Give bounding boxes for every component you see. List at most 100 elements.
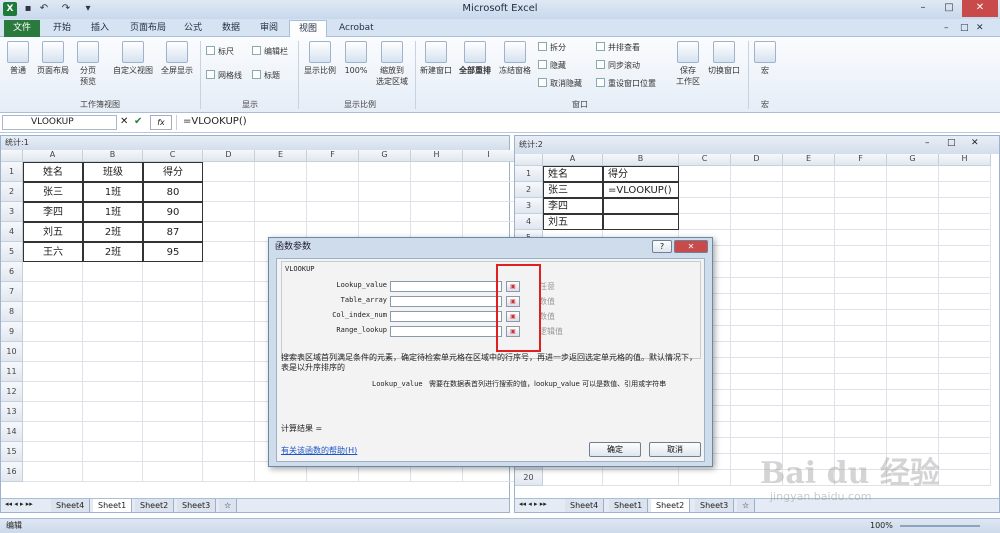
cell[interactable] [835, 166, 887, 182]
cell[interactable] [23, 442, 83, 462]
close-button[interactable]: ✕ [962, 0, 998, 17]
cell[interactable] [783, 182, 835, 198]
split-button[interactable]: 拆分 [538, 41, 566, 55]
cell[interactable] [143, 462, 203, 482]
cell[interactable] [731, 358, 783, 374]
row-header[interactable]: 2 [515, 182, 543, 198]
cell[interactable] [731, 422, 783, 438]
name-box[interactable]: VLOOKUP [2, 115, 117, 130]
cell[interactable] [835, 246, 887, 262]
cell[interactable] [939, 294, 991, 310]
cell[interactable] [887, 326, 939, 342]
cell[interactable] [887, 262, 939, 278]
cell[interactable] [679, 214, 731, 230]
column-header[interactable]: H [411, 150, 463, 162]
cell[interactable] [835, 390, 887, 406]
cell[interactable] [359, 162, 411, 182]
insert-sheet-icon[interactable]: ☆ [219, 499, 238, 512]
cell[interactable]: 2班 [83, 222, 143, 242]
column-header[interactable]: I [463, 150, 515, 162]
cell[interactable] [783, 374, 835, 390]
cell[interactable] [887, 166, 939, 182]
sheet-tab[interactable]: Sheet2 [135, 499, 175, 512]
cell[interactable] [731, 342, 783, 358]
cell[interactable] [887, 230, 939, 246]
sheet-tab[interactable]: Sheet4 [51, 499, 91, 512]
cell[interactable] [783, 278, 835, 294]
row-header[interactable]: 2 [1, 182, 23, 202]
cell[interactable] [255, 162, 307, 182]
cell[interactable]: 80 [143, 182, 203, 202]
cell[interactable] [307, 162, 359, 182]
cell[interactable]: 李四 [543, 198, 603, 214]
cell[interactable] [887, 294, 939, 310]
cell[interactable] [939, 406, 991, 422]
column-header[interactable]: B [603, 154, 679, 166]
cell[interactable] [203, 202, 255, 222]
row-header[interactable]: 7 [1, 282, 23, 302]
zoom-selection-button[interactable]: 缩放到 选定区域 [372, 41, 412, 87]
cell[interactable] [887, 278, 939, 294]
row-header[interactable]: 14 [1, 422, 23, 442]
sheet-nav-icon[interactable]: ◂◂ ◂ ▸ ▸▸ [519, 500, 547, 508]
cell[interactable] [835, 278, 887, 294]
cancel-icon[interactable]: ✕ [120, 116, 128, 127]
cell[interactable]: 刘五 [23, 222, 83, 242]
cell[interactable]: 1班 [83, 202, 143, 222]
cell[interactable] [835, 374, 887, 390]
undo-icon[interactable]: ↶ [38, 3, 50, 15]
tab-page-layout[interactable]: 页面布局 [121, 20, 175, 37]
cell[interactable]: 87 [143, 222, 203, 242]
column-header[interactable]: B [83, 150, 143, 162]
cell[interactable] [731, 278, 783, 294]
tab-acrobat[interactable]: Acrobat [330, 20, 383, 37]
cell[interactable] [83, 442, 143, 462]
tab-home[interactable]: 开始 [44, 20, 80, 37]
tab-file[interactable]: 文件 [4, 20, 41, 37]
cell[interactable] [783, 390, 835, 406]
cell[interactable] [731, 166, 783, 182]
cell[interactable] [835, 214, 887, 230]
cell[interactable] [203, 162, 255, 182]
cell[interactable]: 姓名 [543, 166, 603, 182]
cell[interactable] [255, 202, 307, 222]
cell[interactable]: 得分 [603, 166, 679, 182]
column-header[interactable]: H [939, 154, 991, 166]
cell[interactable] [783, 262, 835, 278]
minimize-button[interactable]: – [910, 0, 936, 17]
cell[interactable] [143, 402, 203, 422]
cell[interactable] [783, 198, 835, 214]
ribbon-restore-button[interactable]: □ [956, 20, 973, 37]
column-header[interactable]: D [731, 154, 783, 166]
cell[interactable] [23, 402, 83, 422]
maximize-button[interactable]: □ [947, 138, 956, 148]
ribbon-close-button[interactable]: ✕ [972, 20, 988, 37]
cell[interactable]: 刘五 [543, 214, 603, 230]
cell[interactable] [731, 182, 783, 198]
macros-button[interactable]: 宏 [752, 41, 778, 76]
argument-input[interactable] [390, 281, 502, 292]
cell[interactable] [731, 310, 783, 326]
column-header[interactable]: A [23, 150, 83, 162]
cell[interactable] [203, 282, 255, 302]
column-header[interactable]: D [203, 150, 255, 162]
cell[interactable] [887, 406, 939, 422]
help-button[interactable]: ? [652, 240, 672, 253]
row-header[interactable]: 6 [1, 262, 23, 282]
cell[interactable] [887, 310, 939, 326]
sheet-tab[interactable]: Sheet1 [93, 499, 133, 512]
row-header[interactable]: 1 [515, 166, 543, 182]
row-header[interactable]: 3 [1, 202, 23, 222]
cell[interactable] [143, 362, 203, 382]
cell[interactable] [203, 262, 255, 282]
cell[interactable] [203, 182, 255, 202]
dialog-close-button[interactable]: ✕ [674, 240, 708, 253]
cell[interactable] [463, 162, 515, 182]
page-layout-view-button[interactable]: 页面布局 [34, 41, 72, 76]
tab-data[interactable]: 数据 [213, 20, 249, 37]
column-header[interactable]: E [783, 154, 835, 166]
custom-views-button[interactable]: 自定义视图 [110, 41, 156, 76]
cell[interactable] [939, 230, 991, 246]
sheet-tab[interactable]: Sheet1 [609, 499, 649, 512]
cell[interactable] [887, 342, 939, 358]
